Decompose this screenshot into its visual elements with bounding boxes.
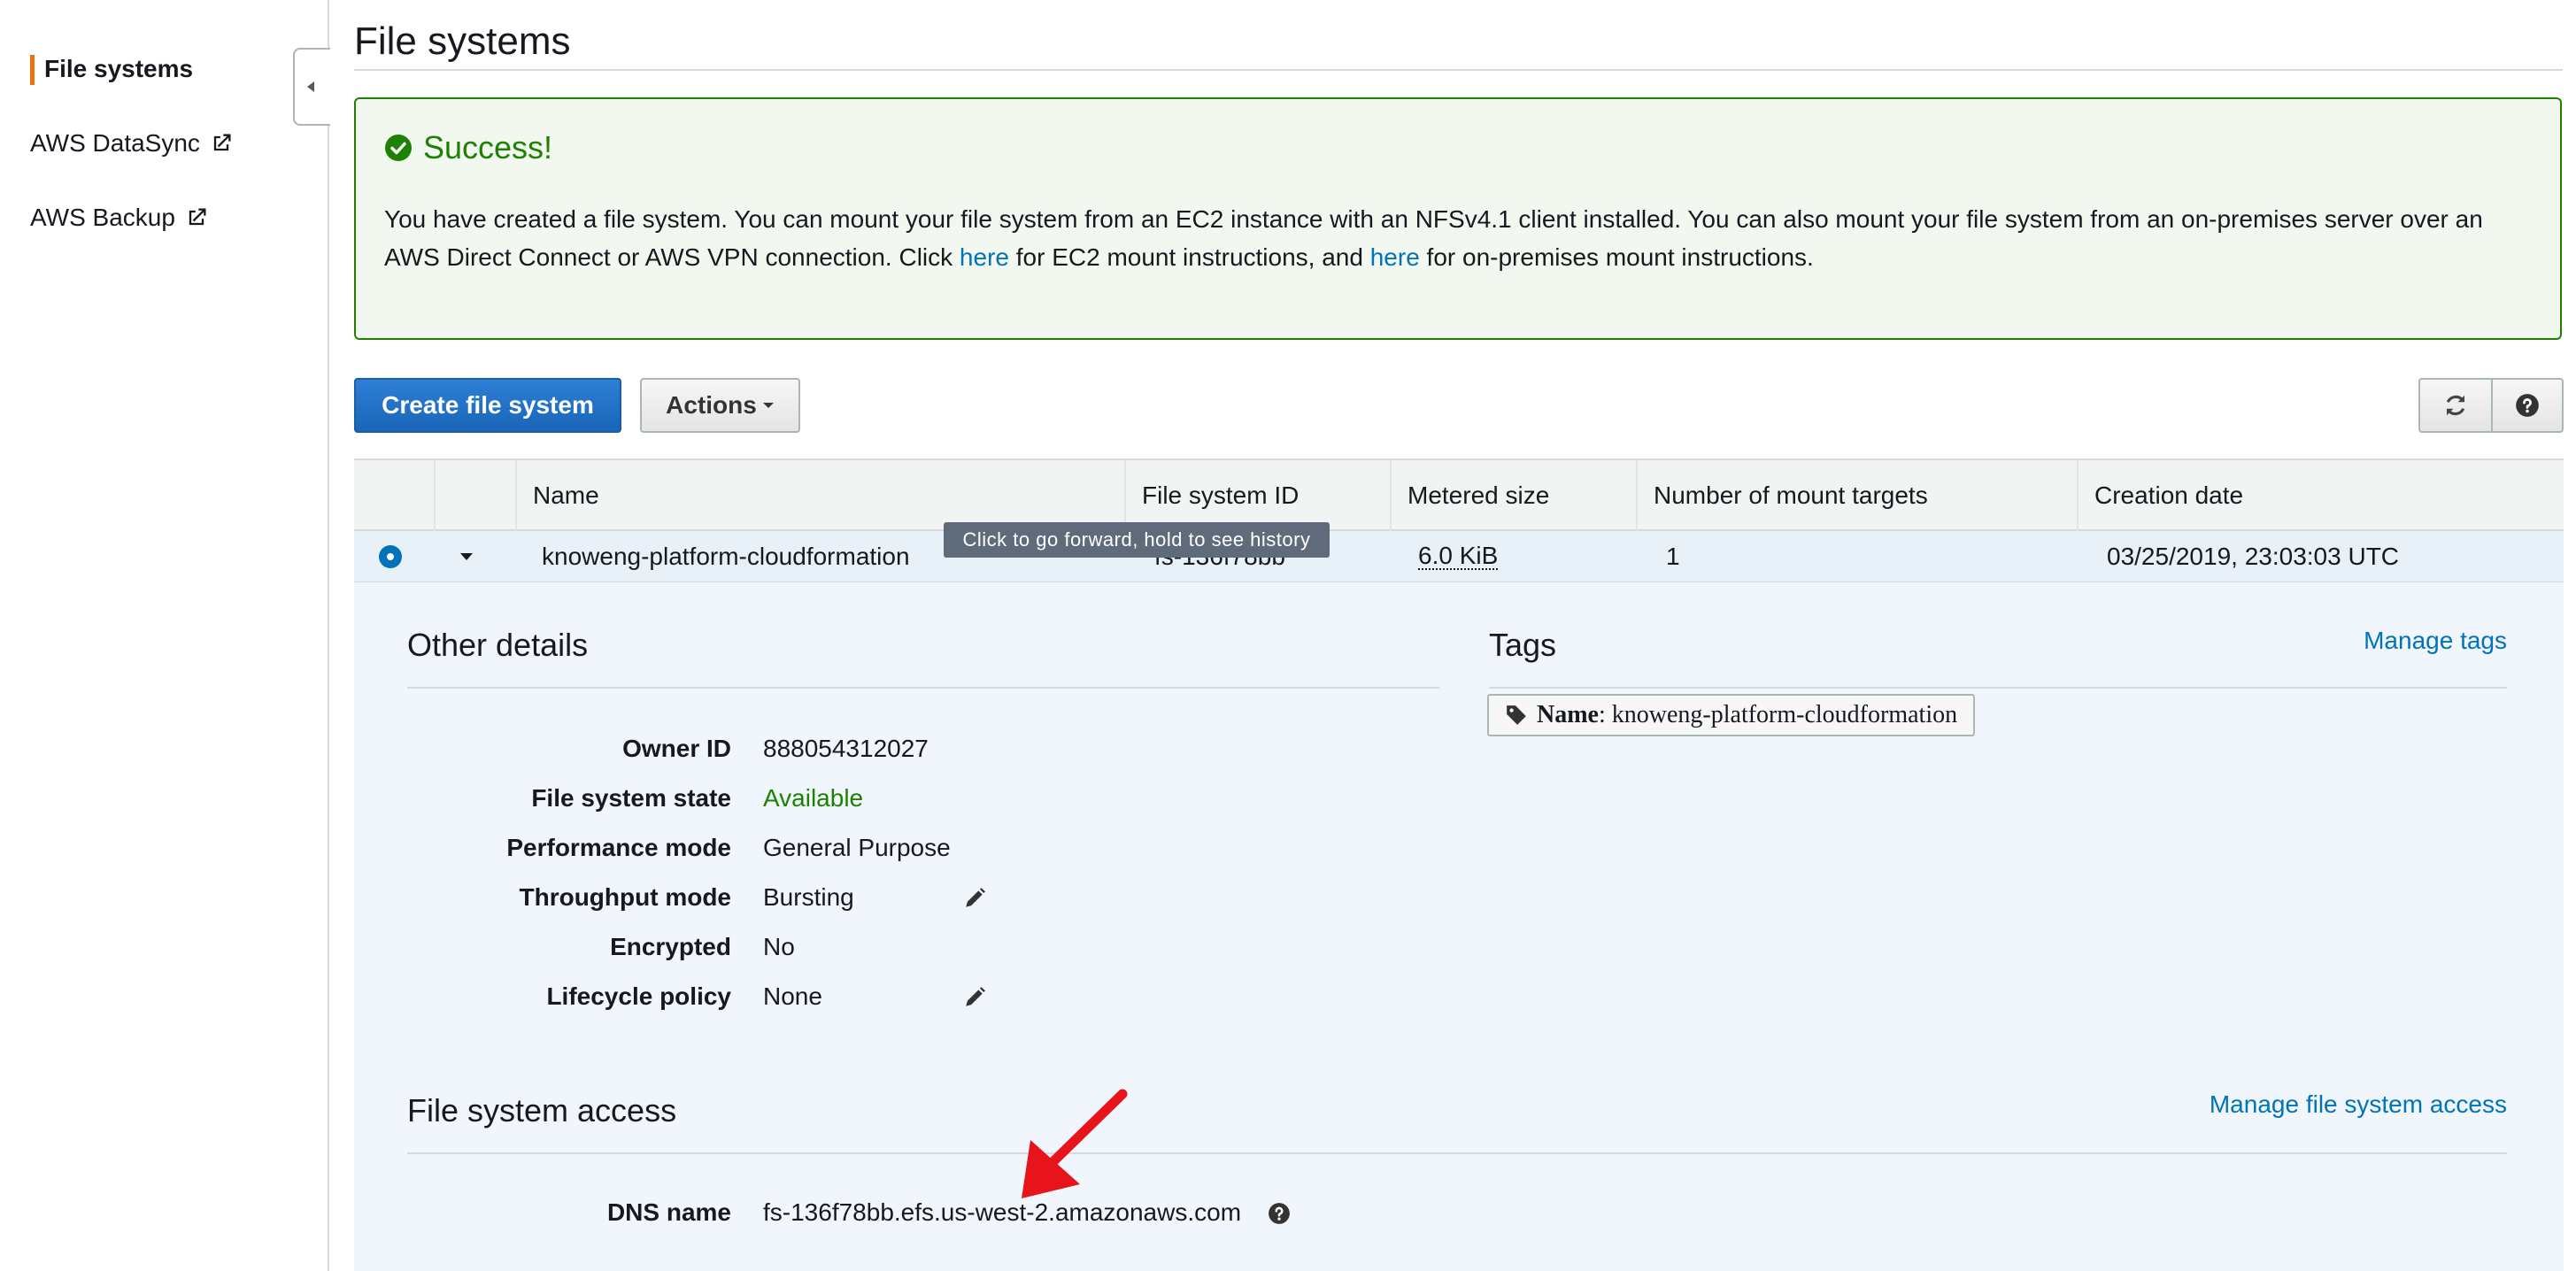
on-premises-instructions-link[interactable]: here [1370, 243, 1420, 271]
actions-label: Actions [666, 391, 757, 419]
actions-dropdown[interactable]: Actions [640, 378, 800, 433]
performance-mode-value: General Purpose [763, 834, 951, 861]
alert-title: Success! [384, 129, 552, 166]
expand-row-toggle[interactable] [459, 531, 474, 582]
owner-id-value: 888054312027 [763, 735, 929, 762]
edit-lifecycle-button[interactable] [963, 986, 986, 1013]
column-header-name[interactable]: Name [515, 460, 1124, 531]
sidebar-item-file-systems[interactable]: File systems [44, 55, 193, 83]
refresh-button[interactable] [2418, 378, 2493, 433]
annotation-arrow-icon [1009, 1089, 1133, 1208]
column-header-metered-size[interactable]: Metered size [1390, 460, 1636, 531]
cell-metered-size[interactable]: 6.0 KiB [1418, 531, 1499, 582]
pencil-icon [966, 987, 985, 1006]
cell-creation-date: 03/25/2019, 23:03:03 UTC [2107, 543, 2400, 570]
check-circle-icon [385, 135, 412, 161]
dns-name-value: fs-136f78bb.efs.us-west-2.amazonaws.com [763, 1198, 1242, 1226]
alert-text: for on-premises mount instructions. [1419, 243, 1814, 271]
tags-title: Tags [1489, 627, 1557, 663]
sidebar-item-datasync[interactable]: AWS DataSync [30, 129, 234, 158]
collapse-sidebar-button[interactable] [293, 48, 330, 126]
select-column-header [354, 460, 434, 531]
external-link-icon [209, 131, 234, 156]
sidebar-item-label: AWS DataSync [30, 129, 200, 157]
active-nav-indicator [30, 55, 35, 85]
tag-chip: Name: knoweng-platform-cloudformation [1487, 694, 1976, 736]
tag-value: : knoweng-platform-cloudformation [1598, 701, 1958, 728]
lifecycle-policy-value: None [763, 982, 822, 1010]
cell-mount-targets: 1 [1666, 543, 1680, 570]
row-select-radio[interactable] [379, 545, 402, 568]
column-header-creation-date[interactable]: Creation date [2077, 460, 2564, 531]
table-header: Name File system ID Metered size Number … [354, 458, 2564, 531]
tag-icon [1507, 705, 1526, 725]
expand-column-header [434, 460, 515, 531]
metered-size-value: 6.0 KiB [1418, 542, 1499, 570]
sidebar: File systems AWS DataSync AWS Backup [0, 0, 329, 1271]
pencil-icon [966, 888, 985, 907]
details-panel: Other details Owner ID File system state… [354, 582, 2564, 1271]
column-header-file-system-id[interactable]: File system ID [1124, 460, 1390, 531]
caret-down-icon [762, 403, 774, 408]
help-button[interactable] [2491, 378, 2564, 433]
encrypted-value: No [763, 933, 795, 960]
column-header-mount-targets[interactable]: Number of mount targets [1636, 460, 2077, 531]
refresh-icon [2446, 395, 2465, 416]
sidebar-item-label: File systems [44, 55, 194, 82]
table-row[interactable]: knoweng-platform-cloudformation fs-136f7… [354, 531, 2564, 582]
alert-message: You have created a file system. You can … [384, 200, 2526, 276]
help-icon [1269, 1203, 1290, 1224]
create-file-system-button[interactable]: Create file system [354, 378, 621, 433]
throughput-mode-value: Bursting [763, 883, 854, 911]
external-link-icon [184, 205, 209, 230]
alert-title-text: Success! [423, 129, 553, 166]
browser-tooltip: Click to go forward, hold to see history [944, 522, 1330, 558]
divider [354, 69, 2563, 71]
caret-down-icon [460, 553, 473, 560]
help-icon [2516, 394, 2539, 417]
page-title: File systems [354, 19, 571, 63]
alert-text: for EC2 mount instructions, and [1008, 243, 1370, 271]
success-alert: Success! You have created a file system.… [354, 97, 2562, 340]
dns-name-label: DNS name [606, 1198, 731, 1226]
divider [1489, 687, 2507, 689]
manage-file-system-access-link[interactable]: Manage file system access [2210, 1090, 2507, 1119]
file-system-state-value: Available [763, 784, 864, 812]
tag-key: Name [1537, 701, 1599, 728]
sidebar-item-backup[interactable]: AWS Backup [30, 204, 209, 232]
caret-left-icon [307, 81, 314, 92]
cell-name: knoweng-platform-cloudformation [542, 543, 910, 570]
edit-throughput-button[interactable] [963, 887, 986, 914]
sidebar-item-label: AWS Backup [30, 204, 175, 231]
manage-tags-link[interactable]: Manage tags [2364, 627, 2507, 655]
dns-help-button[interactable] [1268, 1202, 1291, 1229]
ec2-instructions-link[interactable]: here [960, 243, 1009, 271]
access-labels: DNS name [354, 582, 731, 1255]
